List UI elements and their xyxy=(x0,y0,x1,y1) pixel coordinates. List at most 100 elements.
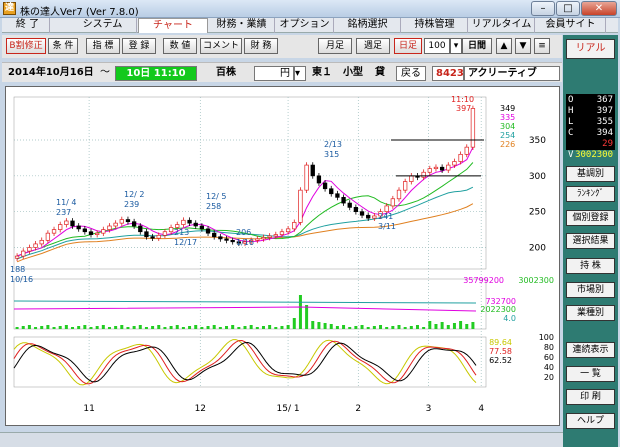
ranking-button[interactable]: ﾗﾝｷﾝｸﾞ xyxy=(566,186,615,202)
selection-result-button[interactable]: 選択結果 xyxy=(566,233,615,249)
volume-bar xyxy=(348,327,352,329)
chevron-down-icon[interactable]: ▾ xyxy=(450,38,462,54)
menu-realtime[interactable]: リアルタイム xyxy=(469,18,535,33)
volume-bar xyxy=(446,325,450,329)
menu-stock-select[interactable]: 銘柄選択 xyxy=(335,18,401,33)
volume-bar xyxy=(452,323,456,329)
candle-body xyxy=(76,225,81,230)
scroll-up-button[interactable]: ▲ xyxy=(496,38,512,54)
help-button[interactable]: ヘルプ xyxy=(566,413,615,429)
volume-bar xyxy=(342,325,346,329)
price-annotation-sub: 258 xyxy=(206,202,221,211)
candle-body xyxy=(403,181,408,191)
realtime-button[interactable]: リアル xyxy=(566,39,615,59)
candle-body xyxy=(439,166,445,171)
volume-bar xyxy=(471,322,475,329)
volume-bar xyxy=(95,326,99,329)
candle-body xyxy=(199,225,205,230)
y-tick-label: 350 xyxy=(529,136,546,146)
volume-bar xyxy=(397,325,401,329)
volume-bar xyxy=(298,295,302,329)
continuous-display-button[interactable]: 連続表示 xyxy=(566,342,615,358)
volume-bar xyxy=(385,327,389,329)
candle-body xyxy=(70,220,75,227)
price-annotation: 188 xyxy=(10,265,25,274)
candle-body xyxy=(292,222,297,230)
price-annotation: 241 xyxy=(378,212,393,221)
y-tick-label: 250 xyxy=(529,208,546,218)
volume-bar xyxy=(77,326,81,329)
period-count-select[interactable]: 100 xyxy=(424,38,450,54)
price-annotation-sub: 315 xyxy=(324,150,339,159)
volume-bar xyxy=(231,325,235,329)
list-button[interactable]: 一 覧 xyxy=(566,366,615,382)
stoch-y-tick: 60 xyxy=(544,353,554,362)
indicator-button[interactable]: 指 標 xyxy=(86,38,120,54)
menu-icon[interactable]: ≡ xyxy=(534,38,550,54)
trend-button[interactable]: 基調別 xyxy=(566,166,615,182)
stock-chart[interactable]: 18810/16 11/ 4237 12/ 2239 21312/17 12/ 5258… xyxy=(6,87,559,425)
price-annotation: 206 xyxy=(236,228,251,237)
candle-body xyxy=(273,234,278,237)
individual-register-button[interactable]: 個別登録 xyxy=(566,210,615,226)
quote-low-label: L xyxy=(568,117,574,127)
minimize-button[interactable]: – xyxy=(531,1,555,16)
volume-bar xyxy=(200,327,204,329)
scroll-down-button[interactable]: ▼ xyxy=(515,38,531,54)
maximize-button[interactable]: □ xyxy=(556,1,580,16)
menu-holdings[interactable]: 持株管理 xyxy=(402,18,468,33)
volume-bar xyxy=(255,327,259,329)
menu-system[interactable]: システム xyxy=(69,18,137,33)
price-annotation-sub: 3/11 xyxy=(378,222,396,231)
menu-financials[interactable]: 財務・業績 xyxy=(209,18,275,33)
menu-options[interactable]: オプション xyxy=(276,18,334,33)
candle-body xyxy=(279,231,285,235)
menu-member-site[interactable]: 会員サイト xyxy=(536,18,606,33)
volume-bar xyxy=(354,326,358,329)
candle-body xyxy=(446,164,451,171)
currency-select[interactable]: 円 xyxy=(254,66,294,81)
weekly-button[interactable]: 週足 xyxy=(356,38,390,54)
daily-button[interactable]: 日足 xyxy=(394,38,422,54)
quote-high: 397 xyxy=(596,106,613,116)
volume-bar xyxy=(114,326,118,329)
chevron-down-icon[interactable]: ▾ xyxy=(294,66,306,81)
volume-bar xyxy=(274,327,278,329)
candle-body xyxy=(212,232,217,238)
by-market-button[interactable]: 市場別 xyxy=(566,282,615,298)
candle-body xyxy=(21,250,26,257)
close-button[interactable]: ✕ xyxy=(581,1,617,16)
condition-button[interactable]: 条 件 xyxy=(48,38,78,54)
finance-button[interactable]: 財 務 xyxy=(244,38,278,54)
volume-bar xyxy=(138,325,142,329)
chart-panel[interactable]: 188 10/16 11/ 4 237 12/ 2 239 213 12/17 12/ 5 258… xyxy=(5,86,560,426)
menu-quit[interactable]: 終 了 xyxy=(6,18,50,33)
values-button[interactable]: 数 値 xyxy=(163,38,197,54)
comment-button[interactable]: コメント xyxy=(200,38,242,54)
holdings-button[interactable]: 持 株 xyxy=(566,258,615,274)
price-annotation-sub: 1/16 xyxy=(236,238,254,247)
by-industry-button[interactable]: 業種別 xyxy=(566,305,615,321)
price-annotation: 12/ 5 xyxy=(206,192,227,201)
volume-bar xyxy=(465,324,469,329)
register-button[interactable]: 登 録 xyxy=(122,38,156,54)
quote-high-label: H xyxy=(568,106,574,116)
split-adjust-button[interactable]: B割修正 xyxy=(6,38,46,54)
volume-bar xyxy=(415,325,419,329)
end-date-label: 10日 11:10 xyxy=(115,66,197,81)
volume-bar xyxy=(83,325,87,329)
candle-body xyxy=(45,232,51,241)
volume-bar xyxy=(132,326,136,329)
latest-time-label: 11:10 xyxy=(451,95,474,104)
stock-name: アクリーティブ xyxy=(464,66,560,81)
candle-body xyxy=(193,222,198,227)
print-button[interactable]: 印 刷 xyxy=(566,389,615,405)
stoch-d-line xyxy=(13,341,477,383)
volume-bar xyxy=(163,327,167,329)
candle-body xyxy=(131,221,137,227)
x-tick-label: 15/ 1 xyxy=(277,404,300,414)
back-button[interactable]: 戻る xyxy=(396,66,426,81)
monthly-button[interactable]: 月足 xyxy=(318,38,352,54)
stoch-value-label: 77.58 xyxy=(489,347,512,356)
menu-chart[interactable]: チャート xyxy=(138,18,208,33)
